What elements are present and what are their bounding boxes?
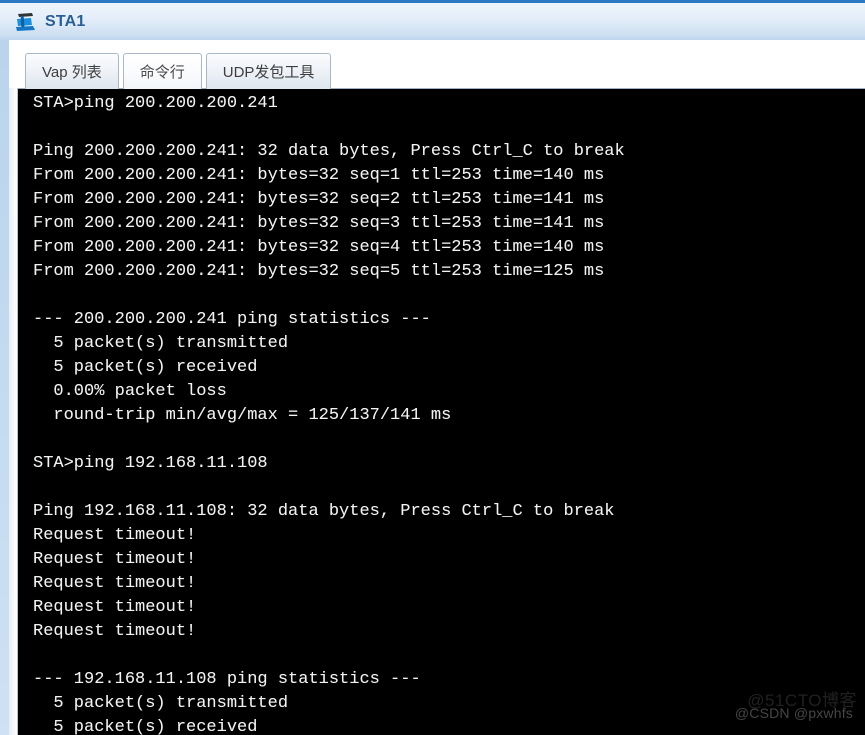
terminal-line: Request timeout! [33,550,197,569]
terminal-line: Request timeout! [33,622,197,641]
terminal-line: 5 packet(s) received [33,358,258,377]
terminal-line: From 200.200.200.241: bytes=32 seq=1 ttl… [33,166,605,185]
terminal-line: 5 packet(s) transmitted [33,694,289,713]
terminal-line: Request timeout! [33,526,197,545]
terminal-line: STA>ping 200.200.200.241 [33,94,278,113]
terminal-line: From 200.200.200.241: bytes=32 seq=3 ttl… [33,214,605,233]
tab-command-line-label: 命令行 [139,64,185,81]
terminal-output[interactable]: STA>ping 200.200.200.241 Ping 200.200.20… [18,89,865,735]
tab-udp-tool-label: UDP发包工具 [222,64,315,81]
terminal-line: From 200.200.200.241: bytes=32 seq=2 ttl… [33,190,605,209]
terminal-line: 5 packet(s) received [33,718,258,735]
terminal-panel[interactable]: STA>ping 200.200.200.241 Ping 200.200.20… [18,88,865,735]
window-client-area: Vap 列表 命令行 UDP发包工具 STA>ping 200.200.200.… [0,40,865,735]
tab-vap-list-label: Vap 列表 [42,64,102,81]
tab-vap-list[interactable]: Vap 列表 [25,53,119,89]
terminal-line: From 200.200.200.241: bytes=32 seq=4 ttl… [33,238,605,257]
terminal-line: From 200.200.200.241: bytes=32 seq=5 ttl… [33,262,605,281]
window-title: STA1 [45,12,86,30]
terminal-line: STA>ping 192.168.11.108 [33,454,268,473]
terminal-line: Request timeout! [33,574,197,593]
tab-command-line[interactable]: 命令行 [122,53,202,89]
terminal-line: 0.00% packet loss [33,382,227,401]
terminal-line: Request timeout! [33,598,197,617]
tab-udp-tool[interactable]: UDP发包工具 [205,53,332,89]
terminal-line: Ping 200.200.200.241: 32 data bytes, Pre… [33,142,625,161]
terminal-line: 5 packet(s) transmitted [33,334,289,353]
client-inner: Vap 列表 命令行 UDP发包工具 STA>ping 200.200.200.… [9,40,865,735]
terminal-line: --- 200.200.200.241 ping statistics --- [33,310,431,329]
terminal-line: Ping 192.168.11.108: 32 data bytes, Pres… [33,502,615,521]
sta1-window: STA1 Vap 列表 命令行 UDP发包工具 STA>ping 200.200… [0,0,865,735]
tab-strip: Vap 列表 命令行 UDP发包工具 [25,53,332,89]
laptop-device-icon [14,11,38,35]
terminal-left-gutter [9,88,18,735]
terminal-line: round-trip min/avg/max = 125/137/141 ms [33,406,452,425]
terminal-line: --- 192.168.11.108 ping statistics --- [33,670,421,689]
window-titlebar: STA1 [0,0,865,40]
